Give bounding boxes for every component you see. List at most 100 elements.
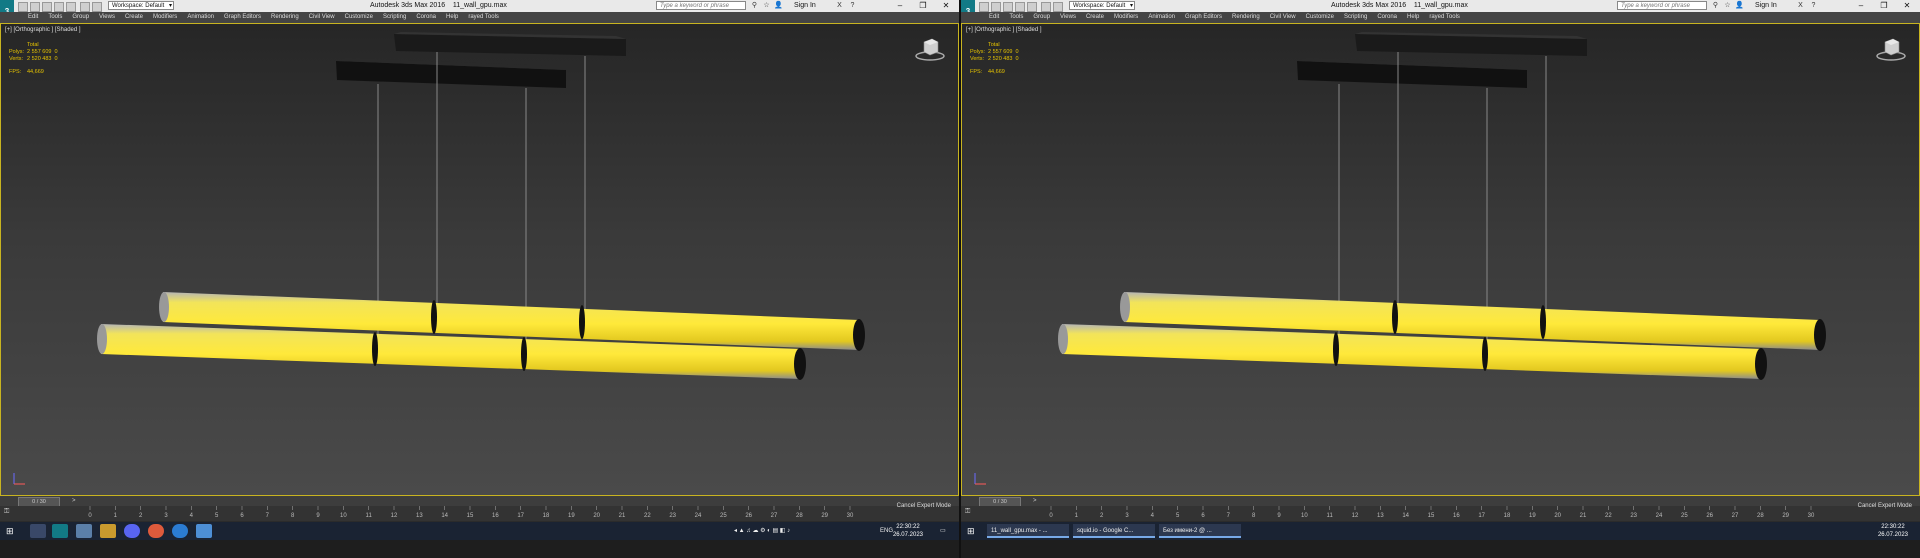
project-folder-icon[interactable]: [1041, 2, 1051, 12]
menu-edit[interactable]: Edit: [989, 12, 999, 23]
save-file-icon[interactable]: [42, 2, 52, 12]
search-input[interactable]: Type a keyword or phrase: [1617, 1, 1707, 10]
viewport-perspective[interactable]: [+] [Orthographic ] [Shaded ] Total Poly…: [961, 23, 1920, 496]
viewport-perspective[interactable]: [+] [Orthographic ] [Shaded ] Total Poly…: [0, 23, 959, 496]
menu-group[interactable]: Group: [1033, 12, 1050, 23]
minimize-icon[interactable]: –: [1851, 0, 1871, 12]
menu-tools[interactable]: Tools: [1009, 12, 1023, 23]
menu-graph-editors[interactable]: Graph Editors: [1185, 12, 1222, 23]
open-file-icon[interactable]: [30, 2, 40, 12]
menu-edit[interactable]: Edit: [28, 12, 38, 23]
open-file-icon[interactable]: [991, 2, 1001, 12]
taskbar-item-3dsmax[interactable]: 11_wall_gpu.max - ...: [987, 524, 1069, 538]
edge-app-icon[interactable]: [172, 524, 188, 538]
track-scale[interactable]: 0 1 2 3 4 5 6 7 8 9 10 11 12 13 14 15 16 17 18 19 20 21 22 23 24…: [84, 506, 866, 521]
sign-in-button[interactable]: Sign In: [1755, 0, 1777, 12]
menu-views[interactable]: Views: [99, 12, 115, 23]
menu-customize[interactable]: Customize: [345, 12, 373, 23]
taskbar-item-chrome[interactable]: squid.io - Google C...: [1073, 524, 1155, 538]
help-icon[interactable]: ?: [1809, 1, 1818, 10]
new-file-icon[interactable]: [979, 2, 989, 12]
track-scale[interactable]: 0 1 2 3 4 5 6 7 8 9 10 11 12 13 14 15 16 17 18 19 20 21 22 23 24…: [1045, 506, 1827, 521]
cancel-expert-mode-button[interactable]: Cancel Expert Mode: [1858, 503, 1912, 509]
track-bar[interactable]: ⚿ 0 1 2 3 4 5 6 7 8 9 10 11 12 13 14 15 16 17 18 19 20 21 22 23…: [0, 506, 959, 521]
chrome-app-icon[interactable]: [148, 524, 164, 538]
menu-civil-view[interactable]: Civil View: [309, 12, 335, 23]
search-input[interactable]: Type a keyword or phrase: [656, 1, 746, 10]
menu-views[interactable]: Views: [1060, 12, 1076, 23]
menu-corona[interactable]: Corona: [1377, 12, 1397, 23]
lamp-model[interactable]: [962, 24, 1920, 497]
exchange-icon[interactable]: X: [1796, 1, 1805, 10]
lamp-model[interactable]: [1, 24, 959, 497]
settings-app-icon[interactable]: [30, 524, 46, 538]
clock[interactable]: 22:30:22 26.07.2023: [893, 523, 923, 539]
exchange-icon[interactable]: X: [835, 1, 844, 10]
key-filter-icon[interactable]: ⚿: [4, 508, 16, 518]
menu-create[interactable]: Create: [125, 12, 143, 23]
binoculars-icon[interactable]: ⚲: [750, 1, 759, 10]
dropdown-icon[interactable]: [92, 2, 102, 12]
menu-modifiers[interactable]: Modifiers: [1114, 12, 1138, 23]
clock[interactable]: 22:30:22 26.07.2023: [1878, 523, 1908, 539]
menu-tools[interactable]: Tools: [48, 12, 62, 23]
track-bar[interactable]: ⚿ 0 1 2 3 4 5 6 7 8 9 10 11 12 13 14 15 16 17 18 19 20 21 22 23…: [961, 506, 1920, 521]
menu-corona[interactable]: Corona: [416, 12, 436, 23]
notepad-app-icon[interactable]: [76, 524, 92, 538]
menu-help[interactable]: Help: [1407, 12, 1419, 23]
close-icon[interactable]: ✕: [936, 0, 956, 12]
menu-animation[interactable]: Animation: [1148, 12, 1175, 23]
tray-icons[interactable]: ◂ ▲ ♫ ☁ ⚙ ◐ ▤ ◧ ♪: [734, 525, 790, 537]
discord-app-icon[interactable]: [124, 524, 140, 538]
workspace-select[interactable]: Workspace: Default ▾: [108, 1, 174, 10]
3dsmax-app-icon[interactable]: [52, 524, 68, 538]
undo-icon[interactable]: [54, 2, 64, 12]
redo-icon[interactable]: [1027, 2, 1037, 12]
user-icon[interactable]: 👤: [1735, 1, 1744, 10]
menu-scripting[interactable]: Scripting: [1344, 12, 1367, 23]
maximize-icon[interactable]: ❐: [1874, 0, 1894, 12]
key-filter-icon[interactable]: ⚿: [965, 508, 977, 518]
save-file-icon[interactable]: [1003, 2, 1013, 12]
chevron-right-icon[interactable]: >: [1033, 496, 1037, 506]
sign-in-button[interactable]: Sign In: [794, 0, 816, 12]
menu-scripting[interactable]: Scripting: [383, 12, 406, 23]
minimize-icon[interactable]: –: [890, 0, 910, 12]
explorer-app-icon[interactable]: [100, 524, 116, 538]
help-icon[interactable]: ?: [848, 1, 857, 10]
redo-icon[interactable]: [66, 2, 76, 12]
dropdown-icon[interactable]: [1053, 2, 1063, 12]
menu-create[interactable]: Create: [1086, 12, 1104, 23]
star-icon[interactable]: ☆: [1723, 1, 1732, 10]
menu-group[interactable]: Group: [72, 12, 89, 23]
user-icon[interactable]: 👤: [774, 1, 783, 10]
menu-help[interactable]: Help: [446, 12, 458, 23]
taskbar-item-photoshop[interactable]: Без имени-2 @ ...: [1159, 524, 1241, 538]
menu-rendering[interactable]: Rendering: [1232, 12, 1260, 23]
undo-icon[interactable]: [1015, 2, 1025, 12]
outlook-app-icon[interactable]: [196, 524, 212, 538]
windows-start-icon[interactable]: ⊞: [967, 526, 977, 536]
new-file-icon[interactable]: [18, 2, 28, 12]
time-slider[interactable]: 0 / 30 >: [961, 496, 1920, 507]
workspace-select[interactable]: Workspace: Default ▾: [1069, 1, 1135, 10]
notifications-icon[interactable]: ▭: [940, 525, 946, 537]
cancel-expert-mode-button[interactable]: Cancel Expert Mode: [897, 503, 951, 509]
windows-start-icon[interactable]: ⊞: [6, 526, 16, 536]
menu-civil-view[interactable]: Civil View: [1270, 12, 1296, 23]
menu-modifiers[interactable]: Modifiers: [153, 12, 177, 23]
menu-rendering[interactable]: Rendering: [271, 12, 299, 23]
project-folder-icon[interactable]: [80, 2, 90, 12]
maximize-icon[interactable]: ❐: [913, 0, 933, 12]
language-indicator[interactable]: ENG: [880, 525, 893, 537]
menu-rayed-tools[interactable]: rayed Tools: [468, 12, 499, 23]
menu-customize[interactable]: Customize: [1306, 12, 1334, 23]
menu-rayed-tools[interactable]: rayed Tools: [1429, 12, 1460, 23]
binoculars-icon[interactable]: ⚲: [1711, 1, 1720, 10]
menu-animation[interactable]: Animation: [187, 12, 214, 23]
star-icon[interactable]: ☆: [762, 1, 771, 10]
time-slider[interactable]: 0 / 30 >: [0, 496, 959, 507]
menu-graph-editors[interactable]: Graph Editors: [224, 12, 261, 23]
chevron-right-icon[interactable]: >: [72, 496, 76, 506]
close-icon[interactable]: ✕: [1897, 0, 1917, 12]
